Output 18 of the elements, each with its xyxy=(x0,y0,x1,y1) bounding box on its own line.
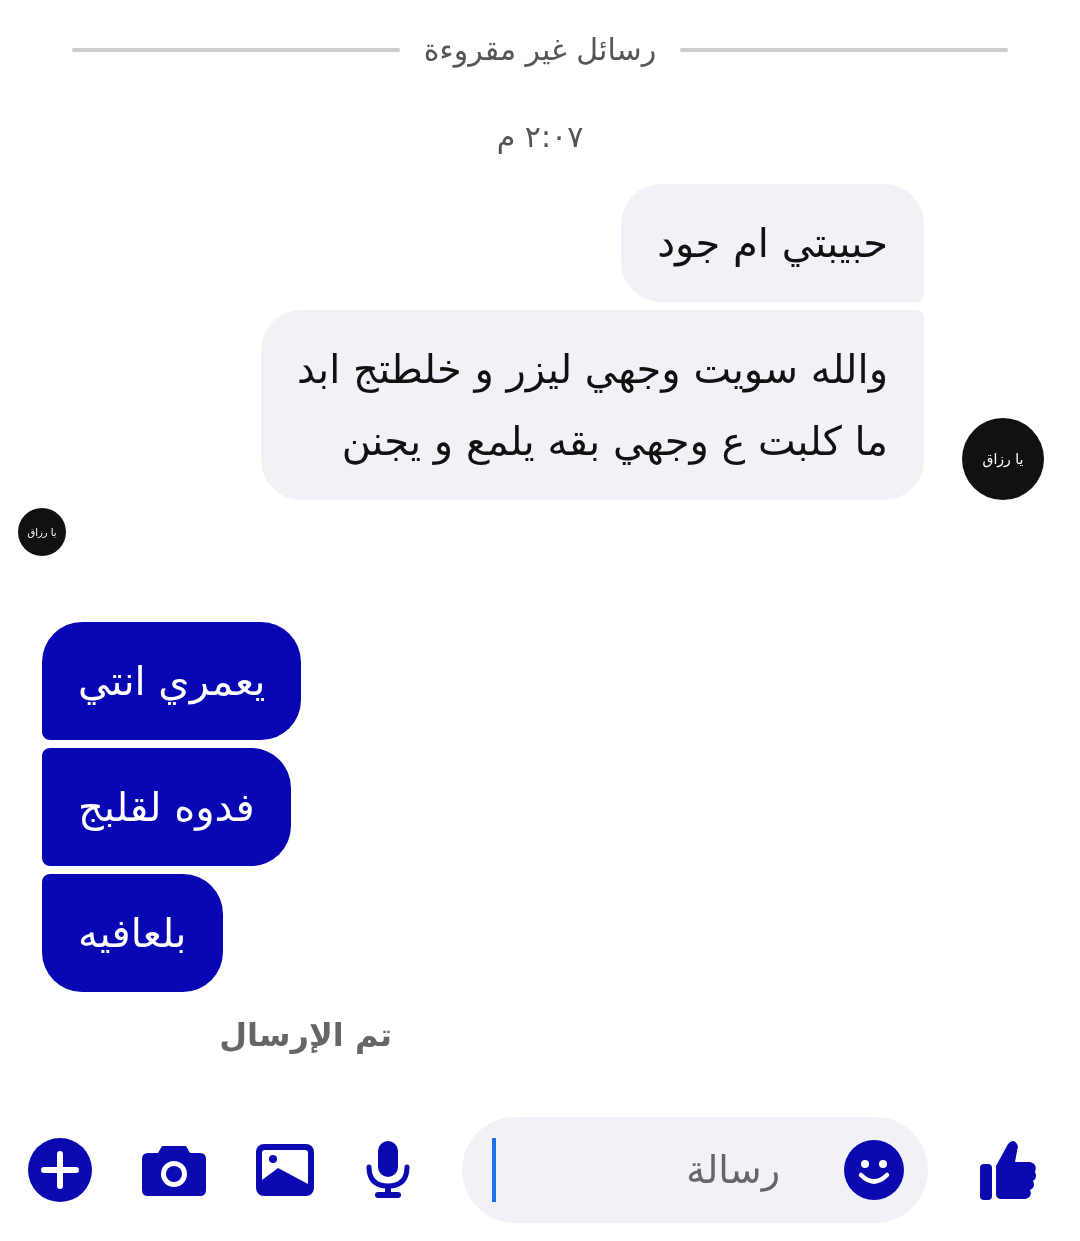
camera-icon[interactable] xyxy=(142,1144,206,1196)
sent-message: فدوه لقلبج xyxy=(42,748,291,866)
sent-message: بلعافيه xyxy=(42,874,223,992)
message-field[interactable]: رسالة xyxy=(462,1117,928,1223)
received-message: حبيبتي ام جود xyxy=(621,184,924,302)
microphone-icon[interactable] xyxy=(364,1141,412,1199)
contact-avatar[interactable]: يا رزاق xyxy=(962,418,1044,500)
received-message: والله سويت وجهي ليزر و خلطتج ابد ما كلبت ع وجهي بقه يلمع و يجنن xyxy=(261,310,924,500)
plus-icon[interactable] xyxy=(28,1138,92,1202)
timestamp: ٢:٠٧ م xyxy=(495,119,585,154)
seen-avatar: يا رزاق xyxy=(18,508,66,556)
thumbs-up-icon[interactable] xyxy=(978,1138,1038,1202)
image-icon[interactable] xyxy=(256,1144,314,1196)
sent-status: تم الإرسال xyxy=(219,1016,392,1054)
unread-divider-label: رسائل غير مقروءة xyxy=(423,32,657,67)
sent-message: يعمري انتي xyxy=(42,622,302,740)
message-input[interactable]: رسالة xyxy=(520,1147,820,1193)
smiley-icon[interactable] xyxy=(844,1140,904,1200)
